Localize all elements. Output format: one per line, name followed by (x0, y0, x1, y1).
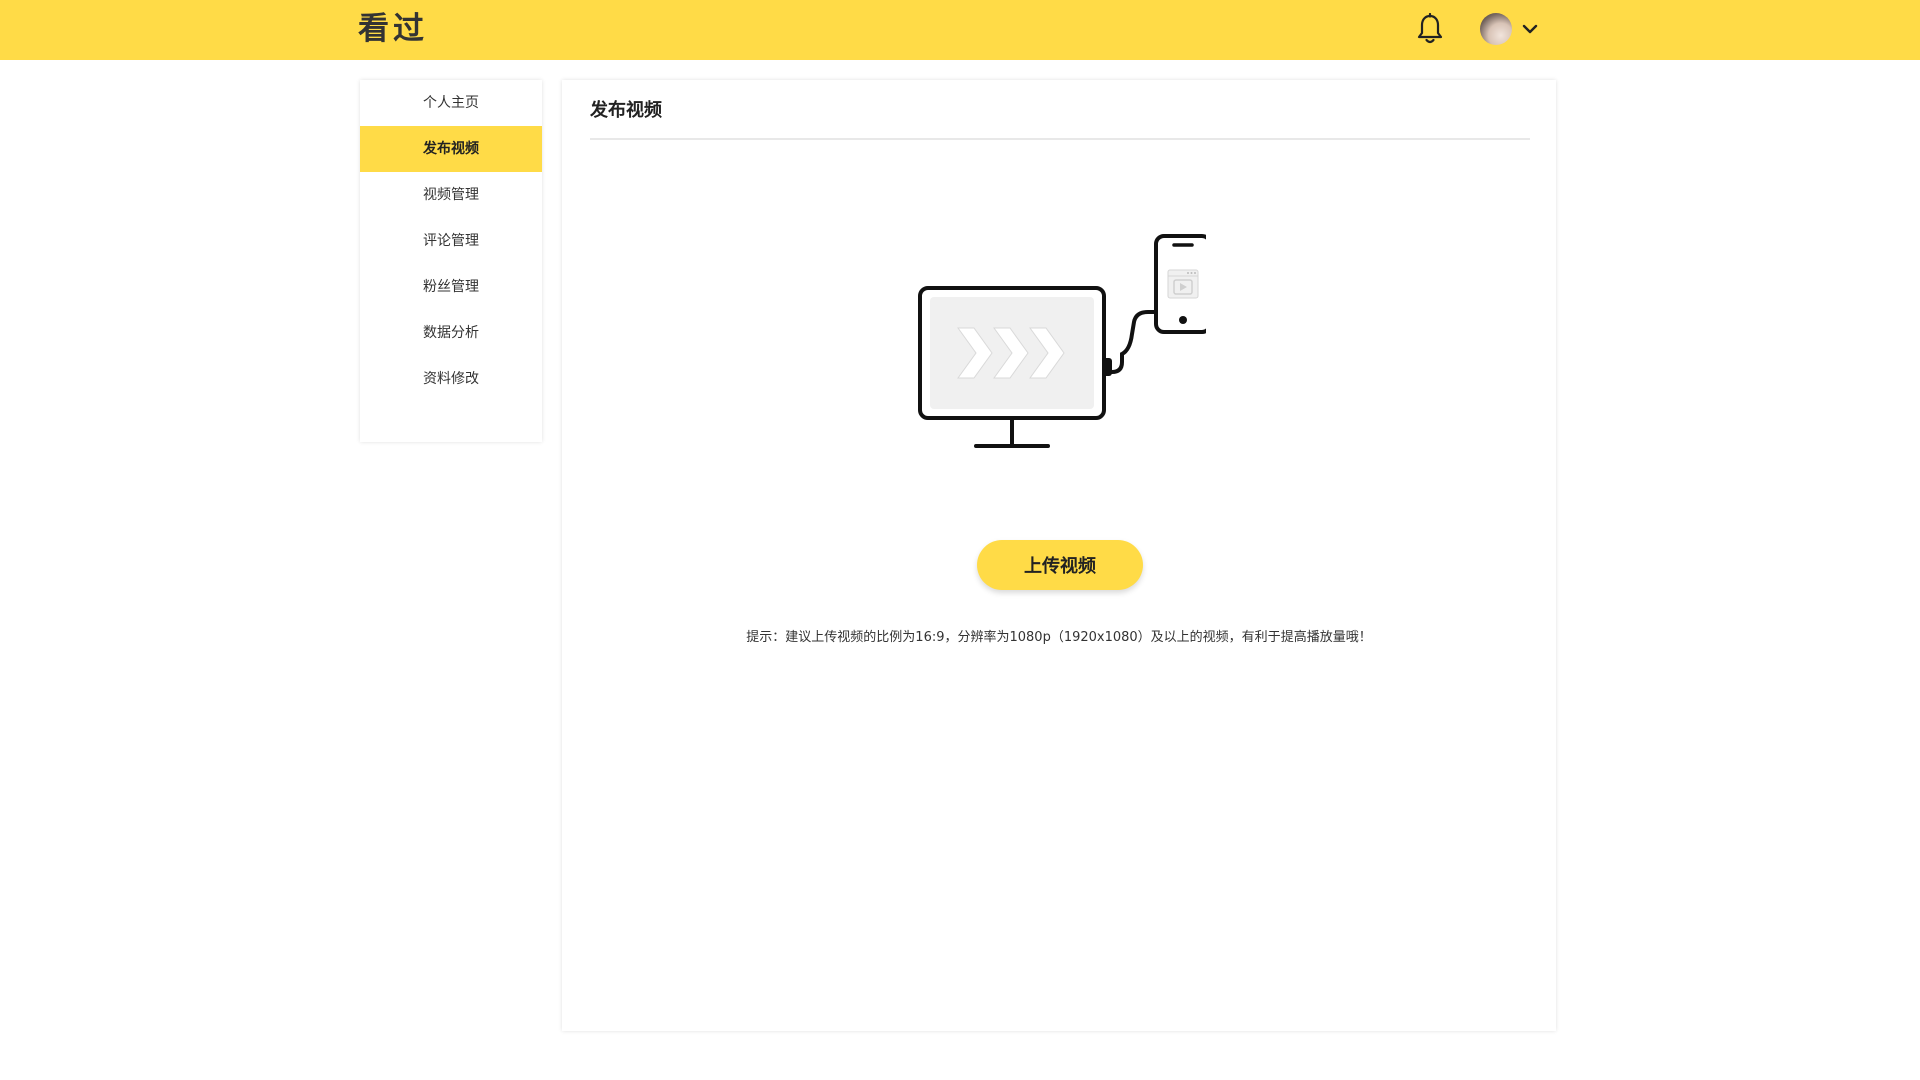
upload-hint: 提示：建议上传视频的比例为16:9，分辨率为1080p（1920x1080）及以… (746, 630, 1372, 645)
sidebar-list: 个人主页 发布视频 视频管理 评论管理 粉丝管理 数据分析 资料修改 (360, 80, 542, 402)
publish-panel: 发布视频 上传视频 提示：建议上传视频的比例为16:9，分辨率为1080p（19… (562, 80, 1556, 1031)
sidebar-item-comment-management[interactable]: 评论管理 (360, 218, 542, 264)
chevron-down-icon[interactable] (1521, 20, 1539, 38)
sidebar-item-publish-video[interactable]: 发布视频 (360, 126, 542, 172)
sidebar-item-video-management[interactable]: 视频管理 (360, 172, 542, 218)
top-header: 看过 (0, 0, 1920, 60)
monitor-phone-upload-illustration (918, 234, 1206, 448)
bell-icon[interactable] (1415, 13, 1445, 45)
user-avatar[interactable] (1480, 13, 1512, 45)
sidebar-item-profile[interactable]: 个人主页 (360, 80, 542, 126)
page-title: 发布视频 (590, 100, 662, 121)
sidebar-menu: 个人主页 发布视频 视频管理 评论管理 粉丝管理 数据分析 资料修改 (360, 80, 542, 442)
site-logo[interactable]: 看过 (358, 9, 428, 49)
upload-video-button[interactable]: 上传视频 (977, 540, 1143, 590)
sidebar-item-fans-management[interactable]: 粉丝管理 (360, 264, 542, 310)
sidebar-item-data-analysis[interactable]: 数据分析 (360, 310, 542, 356)
sidebar-item-edit-profile[interactable]: 资料修改 (360, 356, 542, 402)
title-divider (590, 138, 1530, 140)
